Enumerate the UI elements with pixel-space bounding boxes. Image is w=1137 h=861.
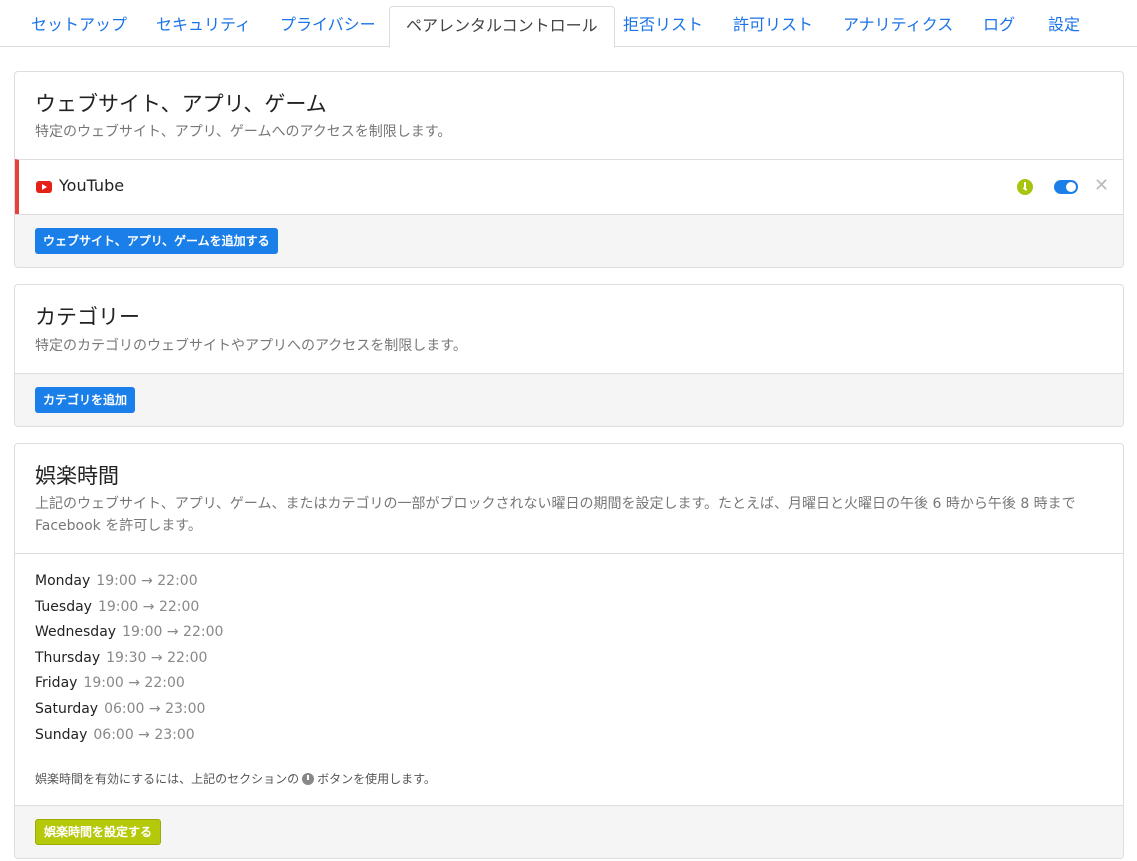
schedule-row: Monday 19:00 → 22:00 <box>35 571 223 597</box>
schedule-day: Monday <box>35 573 91 589</box>
divider <box>15 553 1123 554</box>
websites-card-description: 特定のウェブサイト、アプリ、ゲームへのアクセスを制限します。 <box>35 124 452 140</box>
schedule-time: 19:00 → 22:00 <box>96 573 198 589</box>
schedule-day: Saturday <box>35 700 99 717</box>
schedule-row: Friday 19:00 → 22:00 <box>35 673 223 699</box>
schedule-row: Wednesday 19:00 → 22:00 <box>35 622 223 648</box>
schedule-time: 06:00 → 23:00 <box>93 726 195 743</box>
clock-icon <box>302 773 315 785</box>
recreation-time-card: 娯楽時間 上記のウェブサイト、アプリ、ゲーム、またはカテゴリの一部がブロックされ… <box>14 443 1124 859</box>
recreation-card-title: 娯楽時間 <box>35 464 119 488</box>
tab-settings[interactable]: 設定 <box>1048 6 1080 47</box>
tab-bar: セットアップ セキュリティ プライバシー ペアレンタルコントロール 拒否リスト … <box>0 0 1137 48</box>
recreation-card-description: 上記のウェブサイト、アプリ、ゲーム、またはカテゴリの一部がブロックされない曜日の… <box>35 496 1076 534</box>
schedule-row: Sunday 06:00 → 23:00 <box>35 725 223 751</box>
categories-card-title: カテゴリー <box>35 305 140 329</box>
blocked-item-row: YouTube ✕ <box>15 159 1123 214</box>
note-text-before: 娯楽時間を有効にするには、上記のセクションの <box>35 772 300 786</box>
set-recreation-time-button[interactable]: 娯楽時間を設定する <box>35 819 162 845</box>
categories-card-description: 特定のカテゴリのウェブサイトやアプリへのアクセスを制限します。 <box>35 338 467 354</box>
schedule-time: 19:00 → 22:00 <box>83 675 185 692</box>
recreation-card-footer: 娯楽時間を設定する <box>15 805 1123 858</box>
tab-privacy[interactable]: プライバシー <box>280 6 376 47</box>
clock-icon[interactable] <box>1017 179 1033 195</box>
tab-denylist[interactable]: 拒否リスト <box>623 6 703 47</box>
schedule-time: 19:00 → 22:00 <box>97 598 200 615</box>
categories-card: カテゴリー 特定のカテゴリのウェブサイトやアプリへのアクセスを制限します。 カテ… <box>14 284 1124 427</box>
schedule-time: 19:30 → 22:00 <box>106 649 208 666</box>
schedule-row: Saturday 06:00 → 23:00 <box>35 699 223 725</box>
schedule-day: Tuesday <box>35 598 92 615</box>
add-category-button[interactable]: カテゴリを追加 <box>35 387 136 413</box>
tab-logs[interactable]: ログ <box>983 6 1015 47</box>
schedule-day: Thursday <box>35 649 101 666</box>
recreation-note: 娯楽時間を有効にするには、上記のセクションの ボタンを使用します。 <box>35 770 436 787</box>
enable-toggle[interactable] <box>1054 180 1078 194</box>
websites-card-footer: ウェブサイト、アプリ、ゲームを追加する <box>15 214 1123 267</box>
close-icon[interactable]: ✕ <box>1094 175 1109 196</box>
tab-allowlist[interactable]: 許可リスト <box>733 6 813 47</box>
schedule-day: Sunday <box>35 726 88 743</box>
websites-card-title: ウェブサイト、アプリ、ゲーム <box>35 92 327 116</box>
schedule-row: Thursday 19:30 → 22:00 <box>35 648 223 674</box>
blocked-item-name: YouTube <box>59 176 125 195</box>
youtube-icon <box>36 181 52 193</box>
schedule-row: Tuesday 19:00 → 22:00 <box>35 597 223 623</box>
categories-card-footer: カテゴリを追加 <box>15 373 1123 426</box>
recreation-schedule: Monday 19:00 → 22:00 Tuesday 19:00 → 22:00… <box>35 571 223 750</box>
tab-analytics[interactable]: アナリティクス <box>843 6 953 47</box>
tab-parental-control[interactable]: ペアレンタルコントロール <box>389 6 615 48</box>
add-website-button[interactable]: ウェブサイト、アプリ、ゲームを追加する <box>35 228 278 254</box>
note-text-after: ボタンを使用します。 <box>317 772 436 786</box>
websites-apps-games-card: ウェブサイト、アプリ、ゲーム 特定のウェブサイト、アプリ、ゲームへのアクセスを制… <box>14 71 1124 268</box>
schedule-time: 06:00 → 23:00 <box>104 700 206 717</box>
schedule-day: Wednesday <box>35 624 117 641</box>
tab-security[interactable]: セキュリティ <box>156 6 251 47</box>
schedule-day: Friday <box>35 675 78 692</box>
tab-setup[interactable]: セットアップ <box>31 6 127 47</box>
schedule-time: 19:00 → 22:00 <box>122 624 224 641</box>
